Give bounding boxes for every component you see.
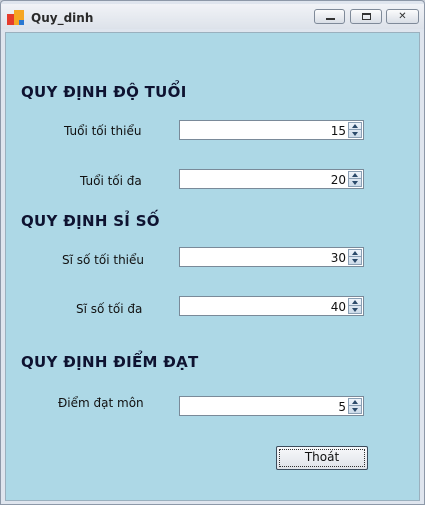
pass-score-arrows[interactable] <box>348 398 362 414</box>
max-size-stepper[interactable]: 40 <box>179 296 364 316</box>
spin-up-icon[interactable] <box>352 400 358 404</box>
app-icon <box>7 10 25 26</box>
spin-up-icon[interactable] <box>352 300 358 304</box>
min-size-stepper[interactable]: 30 <box>179 247 364 267</box>
exit-button-label: Thoát <box>304 450 340 464</box>
maximize-icon <box>362 13 371 20</box>
spin-up-icon[interactable] <box>352 251 358 255</box>
min-age-stepper[interactable]: 15 <box>179 120 364 140</box>
max-size-label: Sĩ số tối đa <box>76 302 143 316</box>
max-age-value[interactable]: 20 <box>331 173 346 187</box>
max-age-label: Tuổi tối đa <box>80 174 142 188</box>
close-icon: ✕ <box>398 11 407 22</box>
section-age-heading: QUY ĐỊNH ĐỘ TUỔI <box>21 83 187 101</box>
maximize-button[interactable] <box>350 9 382 24</box>
spin-up-icon[interactable] <box>352 173 358 177</box>
max-age-stepper[interactable]: 20 <box>179 169 364 189</box>
min-age-value[interactable]: 15 <box>331 124 346 138</box>
spin-up-icon[interactable] <box>352 124 358 128</box>
spin-down-icon[interactable] <box>352 408 358 412</box>
spin-down-icon[interactable] <box>352 259 358 263</box>
max-age-arrows[interactable] <box>348 171 362 187</box>
section-class-size-heading: QUY ĐỊNH SỈ SỐ <box>21 212 160 230</box>
min-size-arrows[interactable] <box>348 249 362 265</box>
spin-down-icon[interactable] <box>352 181 358 185</box>
exit-button[interactable]: Thoát <box>276 446 368 470</box>
minimize-icon <box>326 18 335 20</box>
max-size-arrows[interactable] <box>348 298 362 314</box>
title-bar[interactable]: Quy_dinh ✕ <box>1 4 424 29</box>
min-age-arrows[interactable] <box>348 122 362 138</box>
spin-down-icon[interactable] <box>352 308 358 312</box>
pass-score-value[interactable]: 5 <box>338 400 346 414</box>
min-size-value[interactable]: 30 <box>331 251 346 265</box>
max-size-value[interactable]: 40 <box>331 300 346 314</box>
window-title: Quy_dinh <box>31 11 94 25</box>
spin-down-icon[interactable] <box>352 132 358 136</box>
close-button[interactable]: ✕ <box>386 9 419 24</box>
app-window: Quy_dinh ✕ QUY ĐỊNH ĐỘ TUỔI Tuổi tối thi… <box>0 0 425 505</box>
form-client-area: QUY ĐỊNH ĐỘ TUỔI Tuổi tối thiểu 15 Tuổi … <box>5 32 420 501</box>
min-age-label: Tuổi tối thiểu <box>64 124 142 138</box>
section-pass-score-heading: QUY ĐỊNH ĐIỂM ĐẠT <box>21 353 199 371</box>
min-size-label: Sĩ số tối thiểu <box>62 253 145 267</box>
minimize-button[interactable] <box>314 9 345 24</box>
pass-score-stepper[interactable]: 5 <box>179 396 364 416</box>
pass-score-label: Điểm đạt môn <box>58 396 144 410</box>
